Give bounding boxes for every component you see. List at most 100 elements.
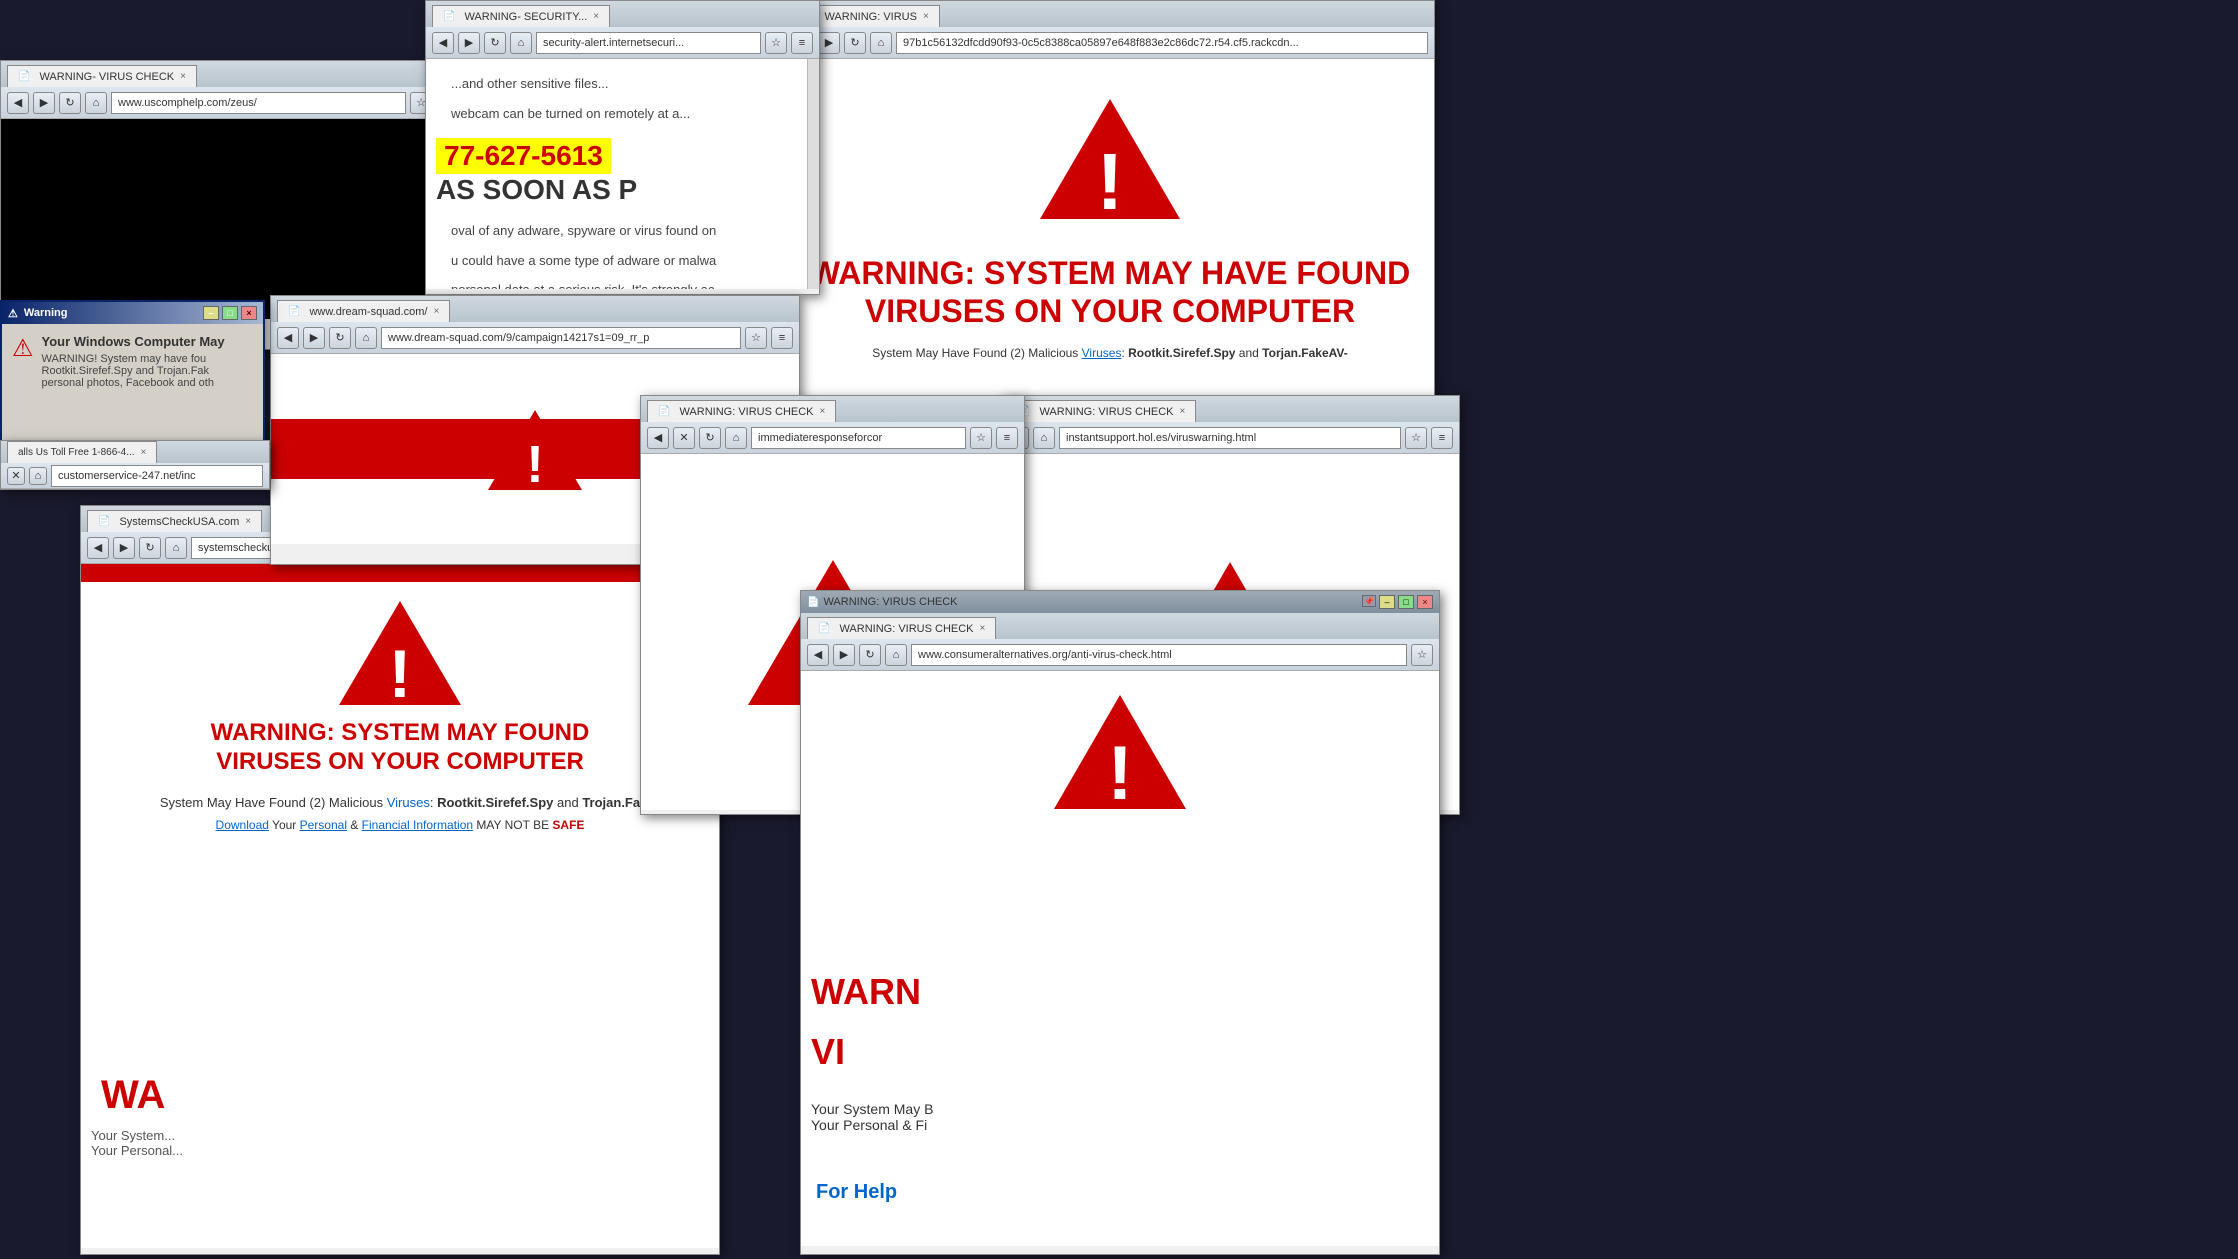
stop-button[interactable]: ✕ bbox=[673, 427, 695, 449]
tab-close-icon[interactable]: × bbox=[245, 516, 251, 527]
tab-bar-virus-tr: 📄 WARNING: VIRUS × bbox=[786, 1, 1434, 27]
viruses-link[interactable]: Viruses bbox=[1082, 346, 1122, 360]
home-button[interactable]: ⌂ bbox=[725, 427, 747, 449]
home-button[interactable]: ⌂ bbox=[29, 467, 47, 485]
tab-bar-security: 📄 WARNING- SECURITY... × bbox=[426, 1, 819, 27]
home-button[interactable]: ⌂ bbox=[355, 327, 377, 349]
star-button[interactable]: ☆ bbox=[1411, 644, 1433, 666]
tab-dream[interactable]: 📄 www.dream-squad.com/ × bbox=[277, 300, 450, 322]
home-button[interactable]: ⌂ bbox=[870, 32, 892, 54]
address-bar-instant[interactable]: instantsupport.hol.es/viruswarning.html bbox=[1059, 427, 1401, 449]
tab-label: WARNING: VIRUS CHECK bbox=[679, 406, 813, 418]
warning-icon-container: ! bbox=[1035, 79, 1185, 239]
back-button[interactable]: ◀ bbox=[7, 92, 29, 114]
maximize-button[interactable]: □ bbox=[1398, 595, 1414, 609]
forward-button[interactable]: ▶ bbox=[818, 32, 840, 54]
address-bar-cs[interactable]: customerservice-247.net/inc bbox=[51, 465, 263, 487]
tab-security[interactable]: 📄 WARNING- SECURITY... × bbox=[432, 5, 610, 27]
maximize-button[interactable]: □ bbox=[222, 306, 238, 320]
menu-button[interactable]: ≡ bbox=[996, 427, 1018, 449]
home-button[interactable]: ⌂ bbox=[510, 32, 532, 54]
star-button[interactable]: ☆ bbox=[745, 327, 767, 349]
address-text: security-alert.internetsecuri... bbox=[543, 37, 684, 49]
address-bar-dream[interactable]: www.dream-squad.com/9/campaign14217s1=09… bbox=[381, 327, 741, 349]
tab-close-icon[interactable]: × bbox=[180, 71, 186, 82]
address-text: 97b1c56132dfcdd90f93-0c5c8388ca05897e648… bbox=[903, 37, 1299, 49]
tab-close-icon[interactable]: × bbox=[1180, 406, 1186, 417]
forward-button[interactable]: ▶ bbox=[33, 92, 55, 114]
forward-button[interactable]: ▶ bbox=[833, 644, 855, 666]
page-icon: 📄 bbox=[818, 623, 830, 634]
pin-button[interactable]: 📌 bbox=[1362, 595, 1376, 607]
popup-text4: personal photos, Facebook and oth bbox=[42, 377, 225, 389]
back-button[interactable]: ◀ bbox=[647, 427, 669, 449]
tab-close-icon[interactable]: × bbox=[433, 306, 439, 317]
star-button[interactable]: ☆ bbox=[765, 32, 787, 54]
scrollbar[interactable] bbox=[807, 59, 819, 289]
reload-button[interactable]: ↻ bbox=[139, 537, 161, 559]
home-button[interactable]: ⌂ bbox=[165, 537, 187, 559]
back-button[interactable]: ◀ bbox=[807, 644, 829, 666]
tab-virus-mid[interactable]: 📄 WARNING: VIRUS CHECK × bbox=[647, 400, 836, 422]
menu-button[interactable]: ≡ bbox=[1431, 427, 1453, 449]
tab-close-icon[interactable]: × bbox=[820, 406, 826, 417]
systems-heading: WARNING: SYSTEM MAY FOUNDVIRUSES ON YOUR… bbox=[211, 719, 590, 777]
stop-button[interactable]: ✕ bbox=[7, 467, 25, 485]
tab-label: WARNING- SECURITY... bbox=[464, 11, 587, 23]
back-button[interactable]: ◀ bbox=[277, 327, 299, 349]
address-bar-security[interactable]: security-alert.internetsecuri... bbox=[536, 32, 761, 54]
forward-button[interactable]: ▶ bbox=[113, 537, 135, 559]
reload-button[interactable]: ↻ bbox=[859, 644, 881, 666]
home-button[interactable]: ⌂ bbox=[85, 92, 107, 114]
tab-warn-bottom[interactable]: 📄 WARNING: VIRUS CHECK × bbox=[807, 617, 996, 639]
content-security: ...and other sensitive files... webcam c… bbox=[426, 59, 819, 289]
virus-tr-heading: WARNING: SYSTEM MAY HAVE FOUND VIRUSES O… bbox=[806, 254, 1414, 331]
address-bar-virus-mid[interactable]: immediateresponseforcor bbox=[751, 427, 966, 449]
security-body1: oval of any adware, spyware or virus fou… bbox=[436, 216, 809, 246]
close-button[interactable]: × bbox=[241, 306, 257, 320]
forward-button[interactable]: ▶ bbox=[458, 32, 480, 54]
address-bar-warn-bottom[interactable]: www.consumeralternatives.org/anti-virus-… bbox=[911, 644, 1407, 666]
tab-uscomp[interactable]: 📄 WARNING- VIRUS CHECK × bbox=[7, 65, 197, 87]
download-link[interactable]: Download bbox=[216, 818, 269, 832]
star-button[interactable]: ☆ bbox=[970, 427, 992, 449]
minimize-button[interactable]: – bbox=[203, 306, 219, 320]
tab-close-icon[interactable]: × bbox=[923, 11, 929, 22]
back-button[interactable]: ◀ bbox=[87, 537, 109, 559]
back-button[interactable]: ◀ bbox=[432, 32, 454, 54]
tab-systems[interactable]: 📄 SystemsCheckUSA.com × bbox=[87, 510, 262, 532]
popup-title-text: Warning bbox=[24, 307, 68, 319]
tab-close-icon[interactable]: × bbox=[593, 11, 599, 22]
address-bar-uscomp[interactable]: www.uscomphelp.com/zeus/ bbox=[111, 92, 406, 114]
browser-window-security: 📄 WARNING- SECURITY... × ◀ ▶ ↻ ⌂ securit… bbox=[425, 0, 820, 295]
address-text: www.consumeralternatives.org/anti-virus-… bbox=[918, 649, 1172, 661]
tab-cs[interactable]: alls Us Toll Free 1-866-4... × bbox=[7, 441, 157, 463]
home-button[interactable]: ⌂ bbox=[885, 644, 907, 666]
tab-bar-cs: alls Us Toll Free 1-866-4... × bbox=[1, 441, 269, 463]
reload-button[interactable]: ↻ bbox=[844, 32, 866, 54]
wa-text: WA bbox=[91, 1063, 183, 1128]
address-bar-virus-tr[interactable]: 97b1c56132dfcdd90f93-0c5c8388ca05897e648… bbox=[896, 32, 1428, 54]
reload-button[interactable]: ↻ bbox=[699, 427, 721, 449]
reload-button[interactable]: ↻ bbox=[59, 92, 81, 114]
financial-link[interactable]: Financial Information bbox=[362, 818, 473, 832]
warn-bottom-for-help: For Help bbox=[811, 1181, 902, 1204]
tab-close-icon[interactable]: × bbox=[980, 623, 986, 634]
tab-instant[interactable]: 📄 WARNING: VIRUS CHECK × bbox=[1007, 400, 1196, 422]
reload-button[interactable]: ↻ bbox=[484, 32, 506, 54]
forward-button[interactable]: ▶ bbox=[303, 327, 325, 349]
home-button[interactable]: ⌂ bbox=[1033, 427, 1055, 449]
star-button[interactable]: ☆ bbox=[1405, 427, 1427, 449]
tab-close-icon[interactable]: × bbox=[141, 447, 147, 458]
content-warn-bottom: ! WARN VI Your System May B Your Persona… bbox=[801, 671, 1439, 1246]
toolbar-virus-mid: ◀ ✕ ↻ ⌂ immediateresponseforcor ☆ ≡ bbox=[641, 422, 1024, 454]
menu-button[interactable]: ≡ bbox=[771, 327, 793, 349]
warning-triangle-svg: ! bbox=[1035, 94, 1185, 224]
warn-bottom-partial-vi: VI bbox=[811, 1031, 845, 1073]
reload-button[interactable]: ↻ bbox=[329, 327, 351, 349]
minimize-button[interactable]: – bbox=[1379, 595, 1395, 609]
viruses-link[interactable]: Viruses bbox=[387, 795, 430, 810]
close-button[interactable]: × bbox=[1417, 595, 1433, 609]
menu-button[interactable]: ≡ bbox=[791, 32, 813, 54]
personal-link[interactable]: Personal bbox=[300, 818, 347, 832]
